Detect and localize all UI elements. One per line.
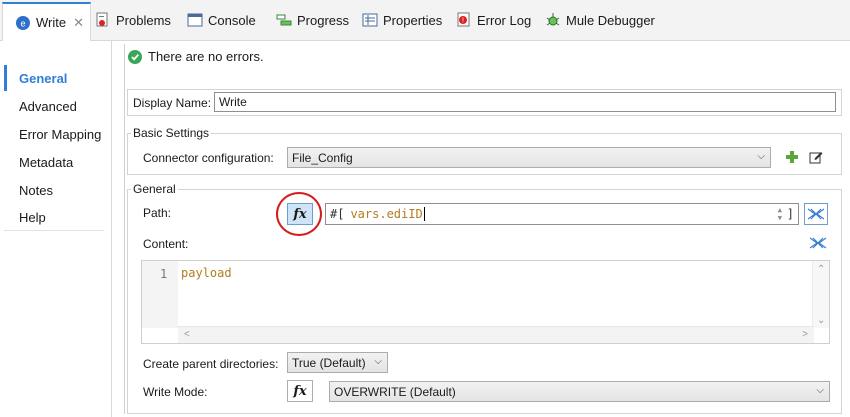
show-mapping-button[interactable]: [804, 203, 828, 225]
tab-label: Error Log: [477, 12, 532, 28]
tab-console[interactable]: Console: [187, 6, 256, 34]
tab-label: Properties: [383, 12, 443, 28]
svg-text:e: e: [20, 18, 25, 28]
expression-prefix: #[: [330, 207, 345, 221]
tab-problems[interactable]: Problems: [95, 6, 171, 34]
scroll-down-icon[interactable]: ⌄: [817, 315, 825, 326]
sidebar-item-general[interactable]: General: [4, 65, 104, 91]
path-label: Path:: [143, 206, 172, 220]
general-title: General: [131, 182, 178, 196]
connector-configuration-value: File_Config: [292, 150, 353, 165]
content-mapping-button[interactable]: [806, 232, 830, 254]
properties-icon: [362, 12, 378, 28]
create-parent-directories-label: Create parent directories:: [143, 357, 279, 371]
scroll-right-icon[interactable]: >: [802, 329, 808, 340]
validation-status: There are no errors.: [128, 49, 264, 64]
chevron-down-icon: ⌵: [374, 356, 382, 367]
scroll-left-icon[interactable]: <: [184, 329, 190, 340]
add-config-icon[interactable]: [784, 149, 800, 165]
properties-sidebar: General Advanced Error Mapping Metadata …: [0, 41, 112, 417]
line-number: 1: [160, 267, 168, 281]
sidebar-item-advanced[interactable]: Advanced: [4, 93, 104, 119]
check-circle-icon: [128, 49, 142, 64]
path-expression-field[interactable]: #[ vars.ediID ▲ ▼ ]: [325, 203, 799, 225]
fx-toggle-button[interactable]: fx: [287, 380, 313, 402]
status-text: There are no errors.: [148, 49, 264, 64]
fx-icon: fx: [293, 383, 307, 399]
sidebar-item-label: Metadata: [19, 154, 74, 170]
create-parent-directories-value: True (Default): [292, 355, 366, 370]
scroll-up-icon[interactable]: ⌃: [817, 264, 825, 275]
create-parent-directories-select[interactable]: True (Default) ⌵: [287, 352, 388, 373]
debugger-icon: [545, 12, 561, 28]
tab-error-log[interactable]: ! Error Log: [456, 6, 531, 34]
svg-text:!: !: [462, 18, 464, 25]
expression-text: vars.ediID: [350, 207, 423, 221]
sidebar-item-metadata[interactable]: Metadata: [4, 149, 104, 175]
display-name-value: Write: [219, 95, 247, 109]
sidebar-item-label: Help: [19, 210, 46, 225]
tab-mule-debugger[interactable]: Mule Debugger: [545, 6, 655, 34]
highlight-circle: [276, 192, 322, 236]
display-name-field[interactable]: Write: [214, 92, 836, 112]
tab-properties[interactable]: Properties: [362, 6, 442, 34]
chevron-down-icon: ⌵: [757, 151, 765, 162]
console-icon: [187, 12, 203, 28]
write-mode-label: Write Mode:: [143, 385, 208, 399]
connector-configuration-select[interactable]: File_Config ⌵: [287, 147, 771, 168]
tab-label: Mule Debugger: [566, 12, 655, 28]
mule-write-icon: e: [15, 15, 31, 31]
edit-config-icon[interactable]: [808, 149, 824, 165]
vertical-scrollbar[interactable]: ⌃ ⌄: [812, 261, 829, 328]
spinner-icon[interactable]: ▲ ▼: [778, 206, 782, 222]
text-cursor: [423, 207, 425, 221]
display-name-label: Display Name:: [133, 96, 212, 110]
horizontal-scrollbar[interactable]: < >: [178, 326, 814, 343]
tab-write[interactable]: e Write ✕: [2, 2, 92, 41]
mapping-icon: [807, 208, 825, 220]
mapping-icon: [809, 237, 827, 249]
section-divider: [124, 44, 125, 414]
sidebar-item-label: Advanced: [19, 98, 77, 114]
sidebar-item-label: General: [19, 70, 68, 86]
tab-progress[interactable]: Progress: [276, 6, 349, 34]
sidebar-item-notes[interactable]: Notes: [4, 177, 104, 203]
sidebar-item-error-mapping[interactable]: Error Mapping: [4, 121, 104, 147]
problems-icon: [95, 12, 111, 28]
sidebar-item-label: Error Mapping: [19, 126, 102, 142]
content-label: Content:: [143, 237, 189, 251]
basic-settings-title: Basic Settings: [131, 126, 212, 140]
expression-suffix: ]: [786, 207, 794, 221]
editor-tab-bar: e Write ✕ Problems Console Progress Prop…: [0, 0, 850, 41]
line-number-gutter: 1: [142, 261, 178, 328]
write-mode-value: OVERWRITE (Default): [334, 384, 456, 399]
content-editor[interactable]: 1 payload ⌃ ⌄ < >: [141, 260, 830, 344]
sidebar-item-help[interactable]: Help: [4, 205, 104, 231]
write-mode-select[interactable]: OVERWRITE (Default) ⌵: [329, 381, 830, 402]
chevron-down-icon: ⌵: [816, 385, 824, 396]
tab-label: Problems: [116, 12, 171, 28]
error-log-icon: !: [456, 12, 472, 28]
tab-label: Write: [36, 15, 67, 30]
close-icon[interactable]: ✕: [73, 15, 84, 31]
progress-icon: [276, 12, 292, 28]
code-line: payload: [181, 266, 232, 280]
tab-label: Console: [208, 12, 256, 28]
tab-label: Progress: [297, 12, 350, 28]
sidebar-item-label: Notes: [19, 182, 53, 198]
connector-configuration-label: Connector configuration:: [143, 151, 274, 165]
